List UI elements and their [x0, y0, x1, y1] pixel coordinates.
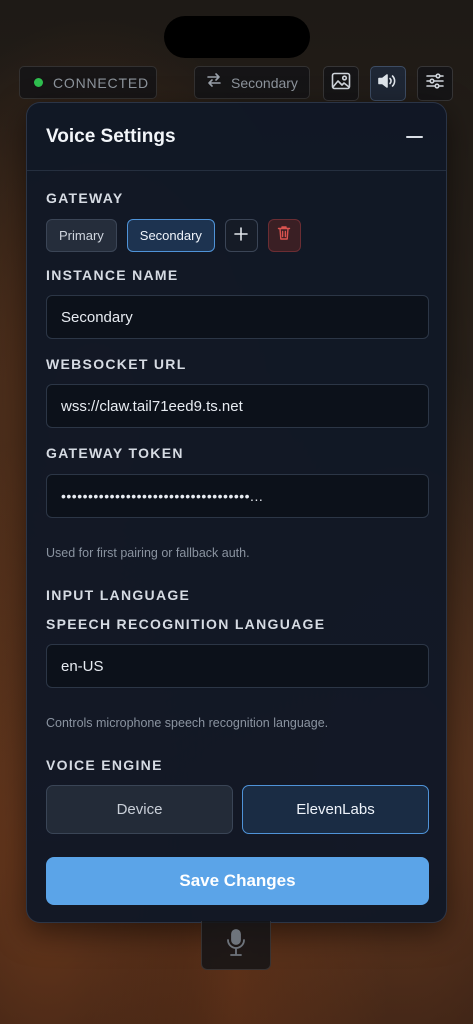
device-notch — [164, 16, 310, 58]
instance-name-input[interactable]: Secondary — [46, 295, 429, 339]
switch-icon — [205, 71, 223, 94]
instance-switch-button[interactable]: Secondary — [194, 66, 310, 99]
websocket-url-input[interactable]: wss://claw.tail71eed9.ts.net — [46, 384, 429, 428]
image-button[interactable] — [323, 66, 359, 101]
microphone-button[interactable] — [201, 921, 271, 970]
gateway-primary-chip[interactable]: Primary — [46, 219, 117, 252]
speech-language-input[interactable]: en-US — [46, 644, 429, 688]
connection-status: CONNECTED — [19, 66, 157, 99]
voice-engine-elevenlabs-button[interactable]: ElevenLabs — [242, 785, 429, 834]
panel-title: Voice Settings — [46, 125, 176, 147]
sliders-icon — [425, 72, 445, 95]
instance-switch-label: Secondary — [231, 74, 298, 91]
gateway-token-input[interactable]: •••••••••••••••••••••••••••••••••••... — [46, 474, 429, 518]
microphone-icon — [226, 928, 246, 963]
status-label: CONNECTED — [53, 74, 149, 91]
gateway-secondary-chip[interactable]: Secondary — [126, 219, 215, 252]
gateway-selector: Primary Secondary — [46, 219, 301, 252]
settings-button[interactable] — [417, 66, 453, 101]
save-changes-button[interactable]: Save Changes — [46, 857, 429, 905]
gateway-label: GATEWAY — [46, 190, 124, 206]
voice-engine-label: VOICE ENGINE — [46, 757, 163, 773]
panel-header: Voice Settings — [27, 103, 446, 171]
status-dot — [34, 78, 43, 87]
minimize-button[interactable] — [402, 125, 426, 149]
input-language-heading: INPUT LANGUAGE — [46, 587, 191, 603]
add-gateway-button[interactable] — [224, 219, 258, 252]
gateway-token-label: GATEWAY TOKEN — [46, 445, 184, 461]
voice-settings-panel: Voice Settings GATEWAY Primary Secondary… — [26, 102, 447, 923]
delete-gateway-button[interactable] — [267, 219, 301, 252]
speech-language-hint: Controls microphone speech recognition l… — [46, 716, 329, 730]
gateway-token-hint: Used for first pairing or fallback auth. — [46, 546, 250, 560]
websocket-url-label: WEBSOCKET URL — [46, 356, 187, 372]
speaker-button[interactable] — [370, 66, 406, 101]
voice-engine-device-button[interactable]: Device — [46, 785, 233, 834]
plus-icon — [234, 224, 249, 247]
image-icon — [331, 72, 351, 95]
minus-icon — [405, 135, 423, 138]
trash-icon — [277, 224, 291, 247]
instance-name-label: INSTANCE NAME — [46, 267, 179, 283]
speaker-icon — [377, 72, 399, 95]
speech-recognition-label: SPEECH RECOGNITION LANGUAGE — [46, 616, 326, 632]
